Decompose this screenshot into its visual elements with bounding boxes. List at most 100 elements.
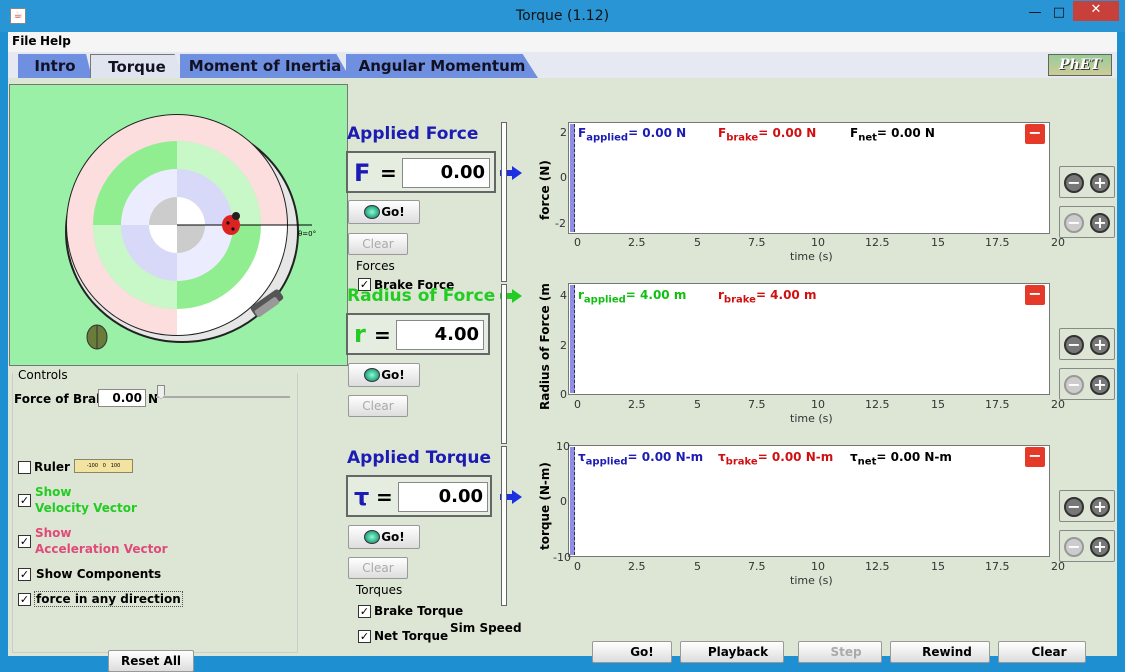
xtick-label: 15 — [931, 560, 945, 573]
zoom-in-button[interactable]: + — [1090, 173, 1110, 193]
radius-graph-legend: rapplied= 4.00 m rbrake= 4.00 m — [578, 288, 978, 308]
ruler-label: Ruler — [34, 460, 70, 474]
minimize-button[interactable]: — — [1022, 4, 1048, 24]
zoom-out-button[interactable]: − — [1064, 213, 1084, 233]
maximize-button[interactable]: □ — [1046, 4, 1072, 24]
show-components-checkbox[interactable]: ✓ — [18, 568, 31, 581]
applied-force-input[interactable]: 0.00 — [402, 158, 490, 188]
xtick-label: 2.5 — [628, 398, 646, 411]
ruler-checkbox[interactable] — [18, 461, 31, 474]
zoom-in-button[interactable]: + — [1090, 497, 1110, 517]
radius-ytick: 0 — [560, 388, 567, 401]
bottom-clear-button[interactable]: Clear — [998, 641, 1086, 663]
show-velocity-label-1: Show — [35, 485, 72, 499]
menu-help[interactable]: Help — [40, 34, 71, 48]
beetle-icon — [86, 324, 108, 350]
legend-subscript: net — [858, 132, 877, 144]
zoom-out-button[interactable]: − — [1064, 335, 1084, 355]
zoom-out-button[interactable]: − — [1064, 173, 1084, 193]
close-button[interactable]: ✕ — [1073, 1, 1119, 21]
force-go-button[interactable]: Go! — [348, 200, 420, 224]
zoom-in-button[interactable]: + — [1090, 335, 1110, 355]
legend-value: = 0.00 N — [876, 126, 935, 140]
force-horizontal-zoom: − + — [1059, 206, 1115, 238]
zoom-in-button[interactable]: + — [1090, 375, 1110, 395]
force-slider[interactable] — [501, 122, 507, 282]
zoom-out-button[interactable]: − — [1064, 497, 1084, 517]
zoom-out-button[interactable]: − — [1064, 375, 1084, 395]
force-any-direction-checkbox[interactable]: ✓ — [18, 593, 31, 606]
show-velocity-checkbox[interactable]: ✓ — [18, 494, 31, 507]
applied-torque-input[interactable]: 0.00 — [398, 482, 488, 512]
menu-file[interactable]: File — [12, 34, 37, 48]
show-components-label: Show Components — [36, 567, 162, 581]
radius-clear-button[interactable]: Clear — [348, 395, 408, 417]
radius-go-button[interactable]: Go! — [348, 363, 420, 387]
tab-moment-of-inertia[interactable]: Moment of Inertia — [180, 54, 350, 78]
xtick-label: 17.5 — [985, 236, 1010, 249]
radius-slider[interactable] — [501, 284, 507, 444]
torque-graph-minimize-button[interactable]: − — [1025, 447, 1045, 467]
xtick-label: 2.5 — [628, 236, 646, 249]
ruler-icon[interactable]: -100 0 100 — [74, 459, 133, 473]
force-time-cursor[interactable] — [570, 124, 575, 232]
legend-symbol: τ — [718, 450, 726, 464]
torque-time-cursor[interactable] — [570, 447, 575, 555]
brake-torque-checkbox[interactable]: ✓ — [358, 605, 371, 618]
tab-intro[interactable]: Intro — [18, 54, 92, 78]
bottom-go-button[interactable]: Go! — [592, 641, 672, 663]
torque-slider[interactable] — [501, 446, 507, 606]
zoom-out-button[interactable]: − — [1064, 537, 1084, 557]
force-graph-ylabel: force (N) — [538, 160, 552, 220]
xtick-label: 12.5 — [865, 236, 890, 249]
radius-box: r = 4.00 — [346, 313, 490, 355]
radius-equals: = — [374, 323, 391, 347]
xtick-label: 12.5 — [865, 398, 890, 411]
legend-symbol: F — [718, 126, 727, 140]
torque-clear-button[interactable]: Clear — [348, 557, 408, 579]
brake-input[interactable]: 0.00 — [98, 389, 146, 407]
radius-time-cursor[interactable] — [570, 285, 575, 393]
rotating-platform[interactable]: θ=0° — [10, 85, 347, 365]
main-area: θ=0° Controls Force of Brake 0.00 N Rule… — [8, 78, 1117, 672]
xtick-label: 0 — [574, 236, 581, 249]
force-xticks: 0 2.5 5 7.5 10 12.5 15 17.5 20 — [571, 236, 1065, 250]
radius-title: Radius of Force — [347, 286, 496, 306]
show-acceleration-label-2: Acceleration Vector — [35, 542, 168, 556]
xtick-label: 10 — [811, 560, 825, 573]
radius-graph-xlabel: time (s) — [790, 412, 833, 425]
legend-subscript: net — [857, 456, 877, 468]
menu-bar: File Help — [8, 32, 1117, 52]
zoom-in-button[interactable]: + — [1090, 213, 1110, 233]
show-acceleration-checkbox[interactable]: ✓ — [18, 535, 31, 548]
applied-force-box: F = 0.00 — [346, 151, 496, 193]
radius-ytick: 2 — [560, 339, 567, 352]
torque-go-button[interactable]: Go! — [348, 525, 420, 549]
reset-all-button[interactable]: Reset All — [108, 650, 194, 672]
phet-logo[interactable]: PhET — [1048, 54, 1112, 76]
force-go-label: Go! — [381, 205, 405, 219]
angle-readout: θ=0° — [298, 230, 316, 238]
radius-graph-minimize-button[interactable]: − — [1025, 285, 1045, 305]
legend-subscript: applied — [585, 456, 628, 468]
force-clear-button[interactable]: Clear — [348, 233, 408, 255]
force-graph-minimize-button[interactable]: − — [1025, 124, 1045, 144]
net-torque-checkbox[interactable]: ✓ — [358, 630, 371, 643]
applied-torque-box: τ = 0.00 — [346, 475, 492, 517]
radius-input[interactable]: 4.00 — [396, 320, 484, 350]
xtick-label: 12.5 — [865, 560, 890, 573]
force-any-direction-label: force in any direction — [34, 591, 183, 607]
brake-slider-track[interactable] — [156, 396, 290, 398]
sim-speed-label: Sim Speed — [450, 621, 522, 635]
xtick-label: 5 — [694, 236, 701, 249]
playback-button[interactable]: Playback — [680, 641, 784, 663]
rewind-button[interactable]: Rewind — [890, 641, 990, 663]
xtick-label: 5 — [694, 560, 701, 573]
play-area: θ=0° — [9, 84, 348, 366]
legend-subscript: applied — [583, 294, 626, 306]
applied-torque-title: Applied Torque — [347, 448, 491, 468]
tab-torque[interactable]: Torque — [90, 54, 184, 78]
zoom-in-button[interactable]: + — [1090, 537, 1110, 557]
step-button[interactable]: Step — [798, 641, 882, 663]
tab-angular-momentum[interactable]: Angular Momentum — [346, 54, 538, 78]
